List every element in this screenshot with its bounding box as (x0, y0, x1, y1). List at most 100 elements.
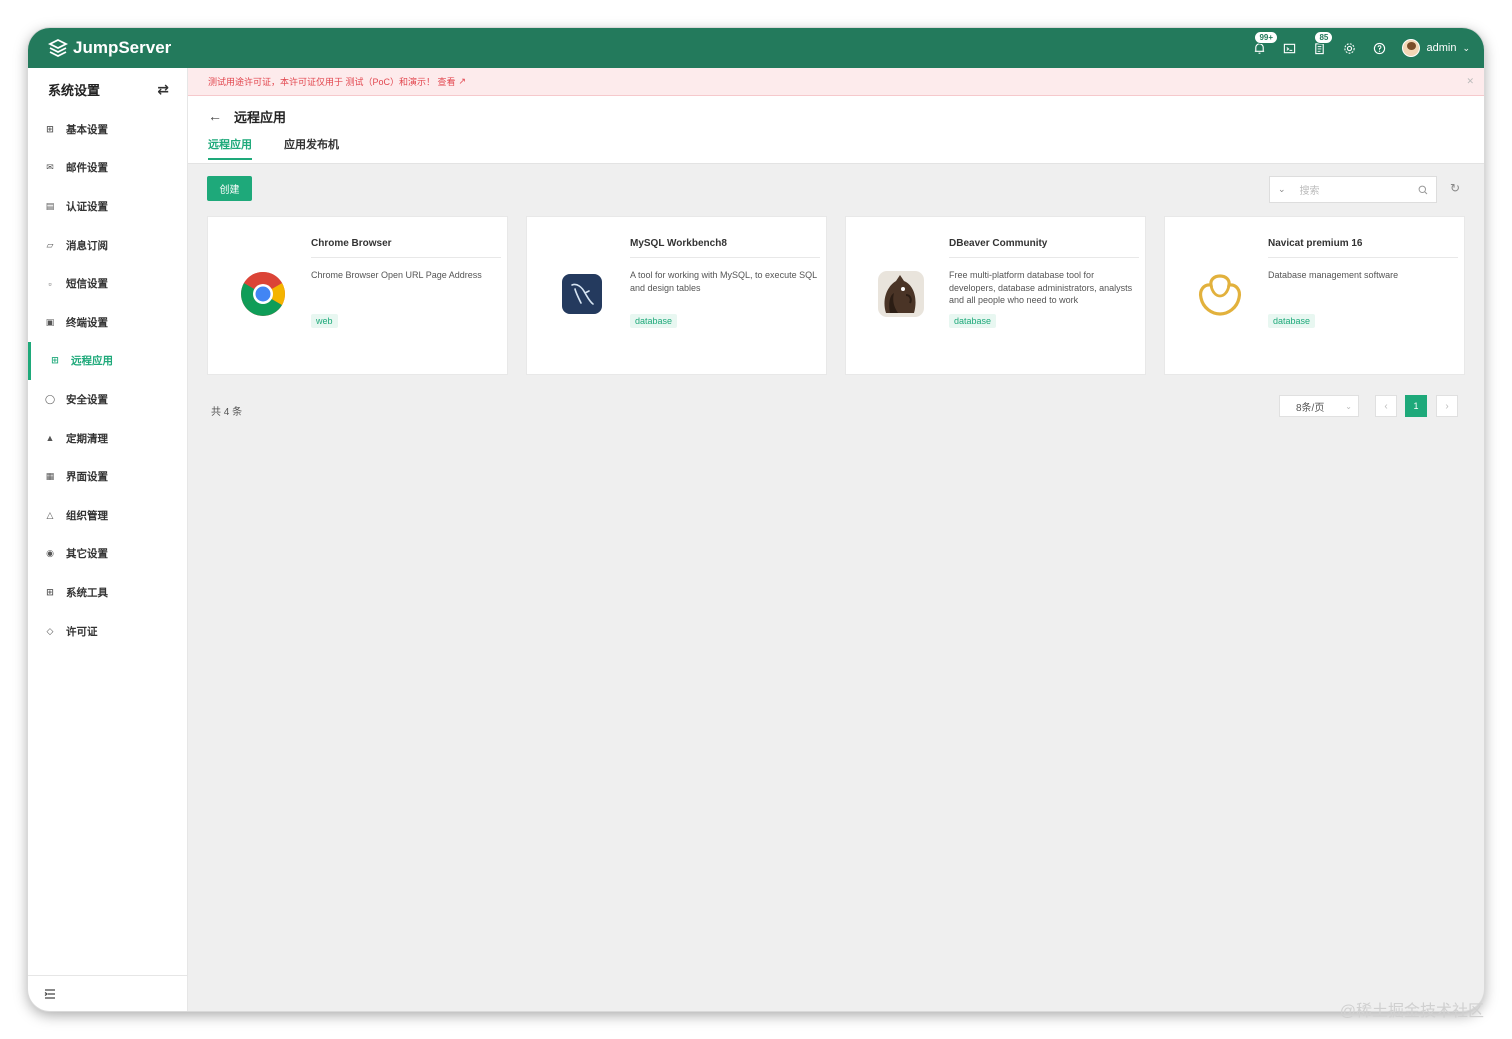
bell-icon: ▱ (46, 239, 54, 250)
search-input[interactable]: 搜索 (1300, 182, 1320, 197)
app-description: Chrome Browser Open URL Page Address (311, 270, 482, 280)
tab-remote-apps[interactable]: 远程应用 (208, 136, 252, 160)
sidebar-item[interactable]: ⊞ 系统工具 (28, 573, 187, 612)
sidebar-item[interactable]: ✉ 邮件设置 (28, 149, 187, 188)
header-actions: 99+ 85 admin ⌄ (1244, 31, 1470, 63)
total-count: 共 4 条 (211, 407, 243, 418)
external-link-icon[interactable]: ↗ (459, 76, 467, 87)
sidebar-item-label: 终端设置 (66, 316, 108, 329)
grid-icon: ⊞ (46, 123, 54, 134)
app-description: Free multi-platform database tool for de… (949, 270, 1133, 305)
sidebar-item[interactable]: △ 组织管理 (28, 496, 187, 535)
search-field-dropdown-icon[interactable]: ⌄ (1278, 184, 1286, 195)
broom-icon: ▲ (45, 433, 55, 444)
create-button[interactable]: 创建 (207, 176, 252, 201)
app-window: JumpServer 99+ 85 admin ⌄ 系统设置 ⇄ ⊞ 基本设置 … (28, 28, 1484, 1011)
user-name: admin (1426, 42, 1457, 54)
org-icon: △ (46, 509, 54, 520)
notification-button[interactable]: 99+ (1244, 31, 1279, 63)
app-card[interactable]: DBeaver Community Free multi-platform da… (845, 216, 1146, 375)
close-icon[interactable]: ✕ (1466, 76, 1474, 87)
settings-button[interactable] (1334, 33, 1364, 63)
app-tag: database (630, 314, 678, 328)
navicat-icon (1195, 269, 1245, 319)
title-row: ← 远程应用 (208, 96, 1484, 136)
toolbar: 创建 ⌄ 搜索 ↻ (188, 164, 1484, 216)
main-content: 测试用途许可证，本许可证仅用于 测试（PoC）和演示！ 查看 ↗ ✕ ← 远程应… (188, 68, 1484, 1011)
sidebar-item[interactable]: ⊞ 远程应用 (28, 341, 187, 381)
next-page-button[interactable]: › (1436, 395, 1458, 417)
sidebar-item[interactable]: ▤ 认证设置 (28, 187, 187, 226)
settings-icon: ◉ (46, 548, 54, 559)
sidebar-item-label: 基本设置 (66, 123, 108, 136)
license-icon: ◇ (46, 625, 54, 636)
sidebar-item-label: 远程应用 (71, 355, 113, 368)
app-card[interactable]: MySQL Workbench8 A tool for working with… (526, 216, 827, 375)
app-tag: database (949, 314, 997, 328)
app-tag: database (1268, 314, 1316, 328)
page-number-button[interactable]: 1 (1405, 395, 1427, 417)
search-box[interactable]: ⌄ 搜索 (1269, 176, 1437, 203)
sms-icon: ▫ (48, 278, 52, 289)
sidebar-item[interactable]: ▲ 定期清理 (28, 419, 187, 458)
sidebar-item-label: 组织管理 (66, 509, 108, 522)
sidebar-item-label: 邮件设置 (66, 162, 108, 175)
user-menu[interactable]: admin ⌄ (1402, 39, 1470, 57)
back-arrow-icon[interactable]: ← (208, 108, 222, 124)
app-name: Navicat premium 16 (1268, 238, 1458, 258)
sidebar-item[interactable]: ◇ 许可证 (28, 612, 187, 651)
chrome-icon (238, 269, 288, 319)
sidebar-item-label: 短信设置 (66, 278, 108, 291)
app-description: Database management software (1268, 270, 1399, 280)
mail-icon: ✉ (46, 162, 54, 173)
search-icon[interactable] (1418, 185, 1428, 195)
tasks-badge: 85 (1314, 31, 1334, 44)
collapse-menu-icon[interactable] (44, 988, 56, 1000)
avatar (1402, 39, 1421, 57)
sidebar-item[interactable]: ▣ 终端设置 (28, 303, 187, 342)
chevron-down-icon: ⌄ (1462, 42, 1470, 53)
app-name: Chrome Browser (311, 238, 501, 258)
shield-icon: ◯ (44, 393, 56, 404)
sidebar-item-label: 定期清理 (66, 432, 108, 445)
sidebar-footer (28, 975, 187, 1011)
sidebar-item[interactable]: ◯ 安全设置 (28, 380, 187, 419)
app-tag: web (311, 314, 338, 328)
tasks-button[interactable]: 85 (1304, 31, 1334, 63)
layout-icon: ▦ (45, 471, 55, 482)
app-name: DBeaver Community (949, 238, 1139, 258)
sidebar-item[interactable]: ▫ 短信设置 (28, 264, 187, 303)
refresh-icon[interactable]: ↻ (1450, 181, 1460, 195)
watermark: @稀土掘金技术社区 (1339, 1003, 1484, 1020)
mysql-workbench-icon (557, 269, 607, 319)
sidebar-title: 系统设置 (48, 82, 101, 98)
sidebar-item-label: 界面设置 (66, 471, 108, 484)
page-header: ← 远程应用 远程应用 应用发布机 (188, 96, 1484, 164)
license-alert-text[interactable]: 测试用途许可证，本许可证仅用于 测试（PoC）和演示！ 查看 (208, 75, 456, 88)
brand-name: JumpServer (73, 38, 172, 57)
gear-icon (1344, 42, 1355, 54)
tabs: 远程应用 应用发布机 (208, 136, 1484, 160)
web-terminal-button[interactable] (1274, 33, 1304, 63)
sidebar-item-label: 系统工具 (66, 586, 108, 599)
app-card[interactable]: Navicat premium 16 Database management s… (1164, 216, 1465, 375)
brand-logo[interactable]: JumpServer (48, 38, 171, 58)
page-size-value: 8条/页 (1296, 402, 1325, 414)
question-icon (1373, 42, 1386, 54)
tab-app-publisher[interactable]: 应用发布机 (284, 136, 339, 160)
help-button[interactable] (1364, 33, 1394, 63)
sidebar-item[interactable]: ▱ 消息订阅 (28, 226, 187, 265)
jumpserver-logo-icon (48, 38, 68, 58)
sidebar-item[interactable]: ◉ 其它设置 (28, 535, 187, 574)
page-size-select[interactable]: 8条/页 ⌄ (1279, 395, 1359, 417)
sidebar-item-label: 消息订阅 (66, 239, 108, 252)
prev-page-button[interactable]: ‹ (1375, 395, 1397, 417)
chevron-right-icon: › (1445, 400, 1449, 412)
apps-icon: ⊞ (51, 355, 59, 366)
app-card[interactable]: Chrome Browser Chrome Browser Open URL P… (207, 216, 508, 375)
sidebar-item[interactable]: ⊞ 基本设置 (28, 110, 187, 149)
sidebar-item-label: 许可证 (66, 625, 98, 638)
sidebar-item[interactable]: ▦ 界面设置 (28, 457, 187, 496)
sidebar: 系统设置 ⇄ ⊞ 基本设置 ✉ 邮件设置 ▤ 认证设置 ▱ 消息订阅 ▫ 短信设置 ▣ 终端设置 ⊞ 远程… (28, 68, 188, 1011)
switch-view-icon[interactable]: ⇄ (157, 81, 169, 98)
